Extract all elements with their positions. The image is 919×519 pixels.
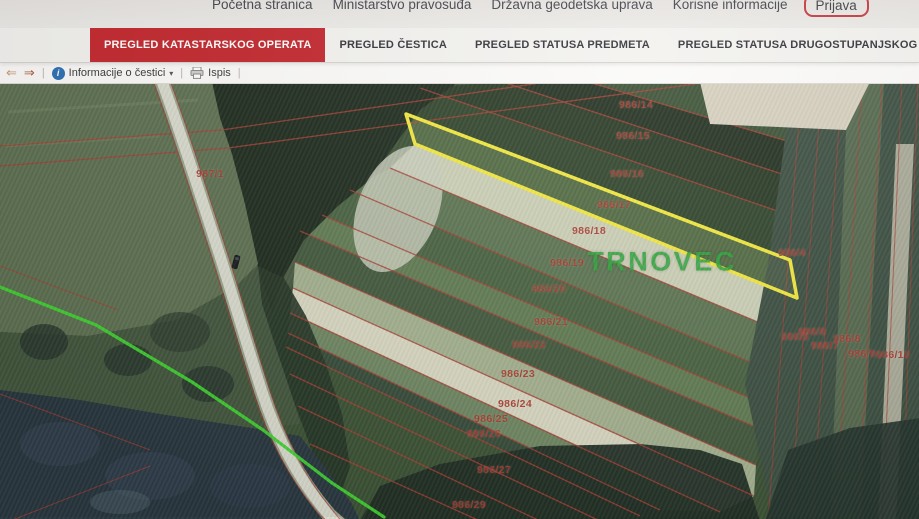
map-toolbar: ⇐ ⇒ | i Informacije o čestici ▾ | Ispis … xyxy=(0,63,919,84)
login-button[interactable]: Prijava xyxy=(803,0,869,17)
tab-bar: PREGLED KATASTARSKOG OPERATA PREGLED ČEST… xyxy=(0,28,919,63)
toolbar-separator: | xyxy=(237,67,241,79)
top-right-field xyxy=(700,84,869,130)
nav-item[interactable]: Korisne informacije xyxy=(673,0,788,16)
chevron-down-icon: ▾ xyxy=(169,68,174,78)
cadastre-viewer-page: Početna stranica Ministarstvo pravosuđa Dr… xyxy=(0,0,919,519)
toolbar-separator: | xyxy=(180,67,184,79)
printer-icon xyxy=(190,67,204,79)
aerial-imagery xyxy=(0,84,919,519)
top-navigation: Početna stranica Ministarstvo pravosuđa Dr… xyxy=(0,0,919,28)
nav-item[interactable]: Državna geodetska uprava xyxy=(491,0,652,16)
tab[interactable]: PREGLED ČESTICA xyxy=(325,28,461,62)
tabs: PREGLED KATASTARSKOG OPERATA PREGLED ČEST… xyxy=(90,28,919,62)
print-button[interactable]: Ispis xyxy=(190,67,231,79)
history-back-icon[interactable]: ⇐ xyxy=(6,67,17,80)
parcel-info-label: Informacije o čestici xyxy=(68,67,166,79)
site-nav: Početna stranica Ministarstvo pravosuđa Dr… xyxy=(212,0,788,16)
history-forward-icon[interactable]: ⇒ xyxy=(24,67,35,80)
cadastral-map[interactable]: 987/1 986/14 986/15 986/16 986/17 986/18 986/1… xyxy=(0,84,919,519)
print-label: Ispis xyxy=(208,67,231,79)
tab[interactable]: PREGLED KATASTARSKOG OPERATA xyxy=(90,28,326,62)
nav-item[interactable]: Ministarstvo pravosuđa xyxy=(333,0,472,16)
toolbar-separator: | xyxy=(41,67,45,79)
nav-item[interactable]: Početna stranica xyxy=(212,0,313,16)
info-icon: i xyxy=(51,66,65,80)
tab[interactable]: PREGLED STATUSA DRUGOSTUPANJSKOG PREDMET… xyxy=(664,28,919,62)
parcel-info-button[interactable]: i Informacije o čestici ▾ xyxy=(51,66,174,80)
tab[interactable]: PREGLED STATUSA PREDMETA xyxy=(461,28,664,62)
